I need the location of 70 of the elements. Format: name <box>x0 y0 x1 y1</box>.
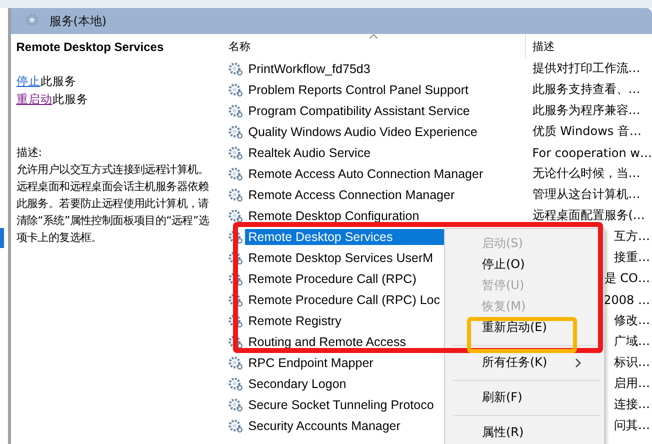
description-cell: 无论什么时候，当… <box>532 166 640 180</box>
column-header[interactable]: 名称 <box>228 34 526 58</box>
gear-icon <box>228 82 244 97</box>
gear-icon <box>228 250 244 265</box>
service-name-cell[interactable]: Remote Access Connection Manager <box>245 186 458 202</box>
gear-icon <box>228 124 244 139</box>
chevron-right-icon <box>575 358 581 368</box>
description-cell: 此服务为程序兼容… <box>532 103 640 117</box>
service-name-cell[interactable]: Secure Socket Tunneling Protoco <box>245 396 437 412</box>
gear-icon <box>228 103 244 118</box>
gear-icon <box>228 166 244 181</box>
gear-icon <box>228 208 244 223</box>
service-name-cell[interactable]: Secondary Logon <box>245 376 350 392</box>
description-cell: 连接… <box>614 397 650 411</box>
description-cell: 远程桌面配置服务(… <box>532 208 645 222</box>
service-name-cell[interactable]: Remote Access Auto Connection Manager <box>245 166 486 182</box>
gear-icon <box>228 145 244 160</box>
gear-icon <box>228 61 244 76</box>
description-cell: 优质 Windows 音… <box>532 124 642 138</box>
gear-icon <box>228 292 244 307</box>
description-cell: 管理从这台计算机… <box>532 187 640 201</box>
nav-selection <box>0 228 4 248</box>
description-cell: 2008 … <box>604 292 650 306</box>
service-name-cell[interactable]: Problem Reports Control Panel Support <box>245 82 472 98</box>
menu-item[interactable]: 属性(R) <box>445 422 585 443</box>
service-name-cell[interactable]: Remote Procedure Call (RPC) <box>245 270 420 286</box>
service-name-cell[interactable]: Remote Desktop Configuration <box>245 208 422 224</box>
service-name-cell[interactable]: Program Compatibility Assistant Service <box>245 102 473 118</box>
gear-icon <box>228 376 244 391</box>
description-cell: 启用… <box>614 376 650 390</box>
gear-icon <box>228 187 244 202</box>
menu-item[interactable]: 重新启动(E) <box>445 317 585 338</box>
action-text: 重启动此服务 <box>16 91 90 108</box>
description-cell: 修改… <box>614 313 650 327</box>
column-header[interactable]: 描述 <box>525 34 652 58</box>
description-cell: 标识… <box>614 355 650 369</box>
menu-item[interactable]: 停止(O) <box>445 254 585 275</box>
service-name-cell[interactable]: RPC Endpoint Mapper <box>245 354 376 370</box>
action-text: 停止此服务 <box>16 73 78 90</box>
panel-title: 服务(本地) <box>49 12 107 30</box>
service-name-cell[interactable]: PrintWorkflow_fd75d3 <box>245 60 374 76</box>
service-name-cell[interactable]: Quality Windows Audio Video Experience <box>245 124 480 140</box>
service-name-cell[interactable]: Remote Procedure Call (RPC) Loc <box>245 292 443 308</box>
gear-icon <box>228 229 244 244</box>
gear-icon <box>228 334 244 349</box>
menu-item[interactable]: 所有任务(K) <box>445 352 585 373</box>
service-name: Remote Desktop Services <box>16 40 165 54</box>
description-cell: 广域… <box>614 334 650 348</box>
description-cell: 此服务支持查看、… <box>532 82 640 96</box>
description-cell: 提供对打印工作流… <box>532 61 640 75</box>
menu-item[interactable]: 刷新(F) <box>445 387 585 408</box>
description-label: 描述: <box>16 145 43 161</box>
description-text: 允许用户以交互方式连接到远程计算机。远程桌面和远程桌面会话主机服务器依赖此服务。若要防止远程使用此计算机，请清除“系统”属性控制面板项目的“远程”选项卡上的复选框。 <box>16 162 210 246</box>
description-cell: For cooperation w… <box>532 146 652 160</box>
gear-icon <box>228 271 244 286</box>
description-cell: 问其… <box>614 418 650 432</box>
service-name-cell[interactable]: Security Accounts Manager <box>245 418 404 434</box>
description-cell: 是 CO… <box>604 271 650 285</box>
gear-icon <box>228 397 244 412</box>
service-name-cell[interactable]: Remote Registry <box>245 312 344 328</box>
description-cell: 接重… <box>614 250 650 264</box>
action-link[interactable]: 重启动 <box>16 92 52 106</box>
action-link[interactable]: 停止 <box>16 74 40 88</box>
gear-icon <box>228 418 244 433</box>
service-name-cell[interactable]: Realtek Audio Service <box>245 144 374 160</box>
gear-icon <box>228 355 244 370</box>
gear-icon <box>228 313 244 328</box>
description-cell: 互方… <box>614 229 650 243</box>
service-name-cell[interactable]: Remote Desktop Services UserM <box>245 250 436 266</box>
service-name-cell[interactable]: Routing and Remote Access <box>245 334 409 350</box>
